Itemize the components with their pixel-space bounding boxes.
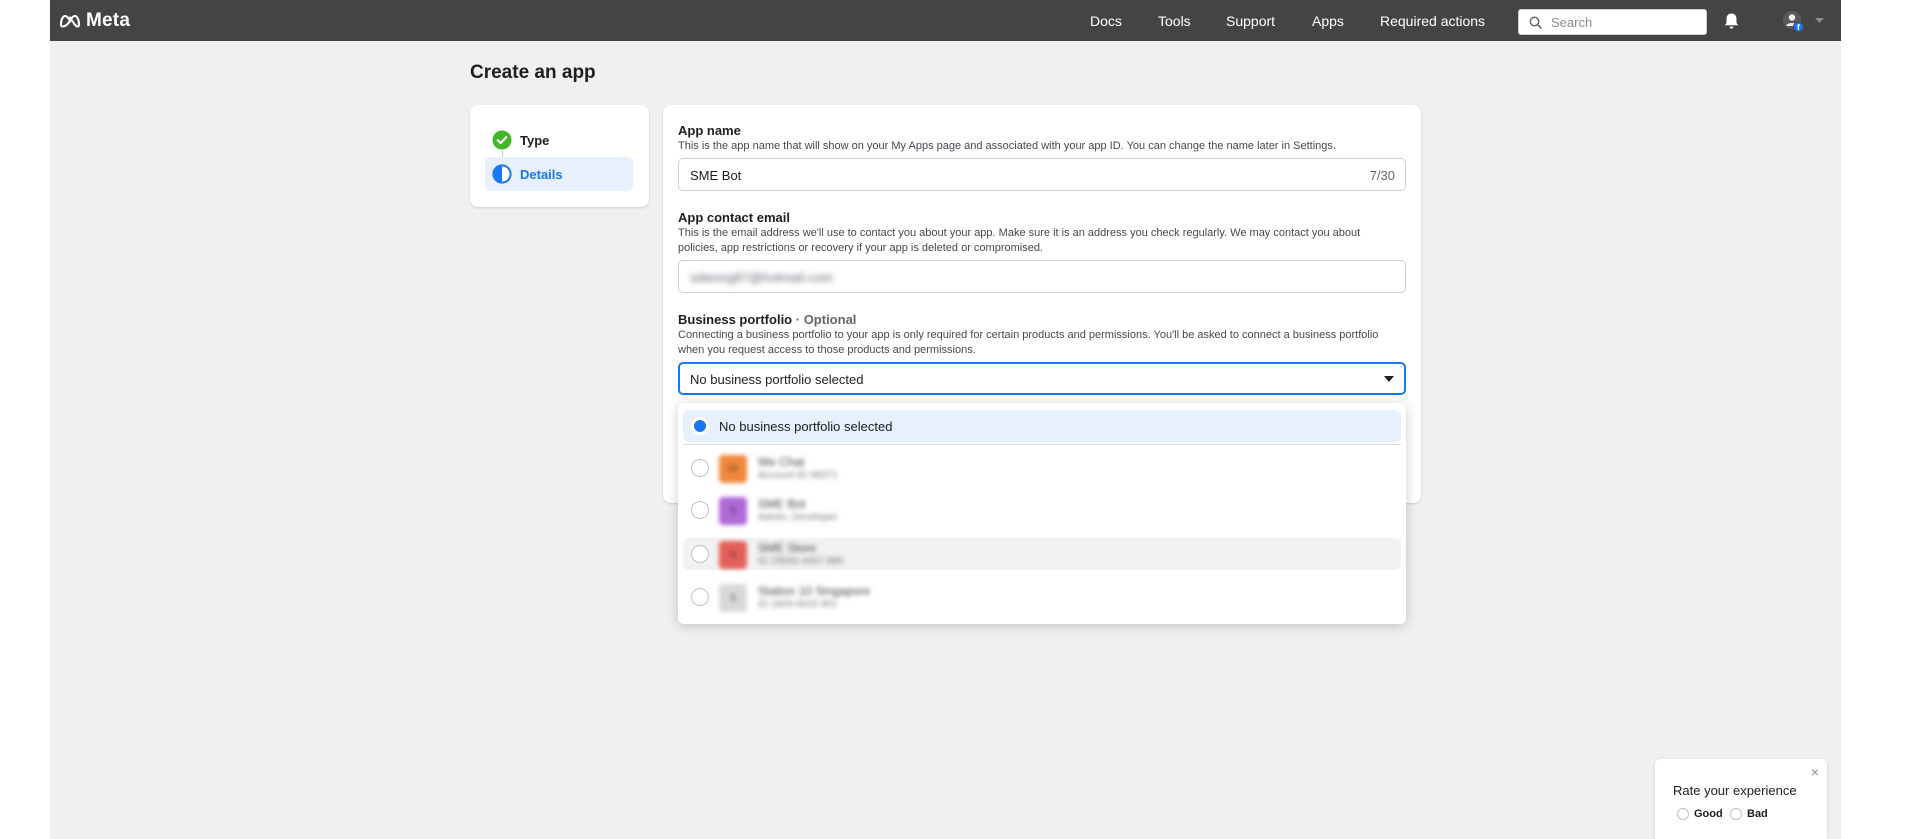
account-menu-caret-icon[interactable] xyxy=(1815,18,1824,24)
search-icon xyxy=(1529,16,1542,29)
business-avatar: S xyxy=(719,497,747,525)
radio-icon xyxy=(691,545,709,563)
business-subtitle: ID 29583 4467 880 xyxy=(758,556,844,567)
page-title: Create an app xyxy=(470,62,596,83)
business-name: We Chat xyxy=(758,455,805,469)
radio-icon xyxy=(1677,808,1689,820)
chevron-down-icon xyxy=(1384,376,1394,382)
step-type-label: Type xyxy=(520,132,550,148)
business-name: SME Bot xyxy=(758,497,806,511)
contact-email-value: sdwong87@hotmail.com xyxy=(690,270,833,285)
portfolio-option[interactable]: W We Chat Account ID 48371 xyxy=(683,452,1401,484)
step-details-label: Details xyxy=(520,166,563,182)
business-avatar: S xyxy=(719,541,747,569)
nav-support-link[interactable]: Support xyxy=(1226,13,1275,29)
dropdown-option-label: No business portfolio selected xyxy=(719,419,893,434)
business-portfolio-help: Connecting a business portfolio to your … xyxy=(678,329,1379,356)
meta-infinity-icon xyxy=(59,14,81,28)
business-avatar: W xyxy=(719,455,747,483)
business-name: SME Store xyxy=(758,541,817,555)
svg-text:f: f xyxy=(1797,23,1800,32)
nav-required-actions-link[interactable]: Required actions xyxy=(1380,13,1485,29)
step-progress-card: Type Details xyxy=(470,105,649,207)
contact-email-input[interactable]: sdwong87@hotmail.com xyxy=(678,260,1406,293)
feedback-title: Rate your experience xyxy=(1673,783,1797,798)
feedback-good-label: Good xyxy=(1694,808,1723,820)
check-circle-icon xyxy=(492,130,512,150)
radio-icon xyxy=(691,501,709,519)
contact-email-label: App contact email xyxy=(678,210,790,225)
nav-docs-link[interactable]: Docs xyxy=(1090,13,1122,29)
portfolio-option[interactable]: S SME Bot Admin, Developer xyxy=(683,494,1401,526)
nav-apps-link[interactable]: Apps xyxy=(1312,13,1344,29)
app-name-help: This is the app name that will show on y… xyxy=(678,140,1336,152)
radio-icon xyxy=(691,588,709,606)
close-icon[interactable]: × xyxy=(1811,764,1819,780)
feedback-bad-option[interactable]: Bad xyxy=(1730,808,1768,820)
dropdown-option-none[interactable]: No business portfolio selected xyxy=(683,410,1401,442)
radio-icon xyxy=(1730,808,1742,820)
business-portfolio-label: Business portfolio · Optional xyxy=(678,312,856,327)
feedback-good-option[interactable]: Good xyxy=(1677,808,1723,820)
business-name: Station 10 Singapore xyxy=(758,584,871,598)
business-subtitle: ID 1829 6620 901 xyxy=(758,599,838,610)
business-subtitle: Admin, Developer xyxy=(758,512,838,523)
radio-icon xyxy=(691,459,709,477)
page-canvas: Meta Docs Tools Support Apps Required ac… xyxy=(50,0,1841,839)
app-name-char-counter: 7/30 xyxy=(1369,168,1395,183)
half-circle-progress-icon xyxy=(492,164,512,184)
step-type[interactable]: Type xyxy=(485,123,633,157)
step-details[interactable]: Details xyxy=(485,157,633,191)
profile-avatar-icon[interactable]: f xyxy=(1781,9,1805,33)
portfolio-option[interactable]: S SME Store ID 29583 4467 880 xyxy=(683,538,1401,570)
nav-tools-link[interactable]: Tools xyxy=(1158,13,1191,29)
top-nav-bar: Meta Docs Tools Support Apps Required ac… xyxy=(50,0,1841,41)
search-box[interactable] xyxy=(1518,9,1707,35)
business-portfolio-dropdown: No business portfolio selected W We Chat A… xyxy=(678,403,1406,624)
business-portfolio-selected-value: No business portfolio selected xyxy=(690,372,864,387)
search-input[interactable] xyxy=(1551,13,1701,31)
logo-text: Meta xyxy=(86,10,131,31)
meta-logo[interactable]: Meta xyxy=(58,10,130,32)
app-name-value: SME Bot xyxy=(690,168,742,183)
radio-selected-icon xyxy=(691,417,709,435)
notifications-bell-icon[interactable] xyxy=(1723,12,1740,30)
feedback-bad-label: Bad xyxy=(1747,808,1768,820)
optional-tag: · Optional xyxy=(795,312,857,327)
app-name-label: App name xyxy=(678,123,741,138)
portfolio-option[interactable]: S Station 10 Singapore ID 1829 6620 901 xyxy=(683,581,1401,613)
app-name-input[interactable]: SME Bot 7/30 xyxy=(678,158,1406,191)
business-portfolio-label-text: Business portfolio xyxy=(678,312,793,327)
business-avatar: S xyxy=(719,584,747,612)
business-subtitle: Account ID 48371 xyxy=(758,470,838,481)
business-portfolio-select[interactable]: No business portfolio selected xyxy=(678,362,1406,395)
dropdown-divider xyxy=(683,444,1401,445)
feedback-widget: × Rate your experience Good Bad xyxy=(1655,759,1827,839)
contact-email-help: This is the email address we'll use to c… xyxy=(678,227,1361,254)
